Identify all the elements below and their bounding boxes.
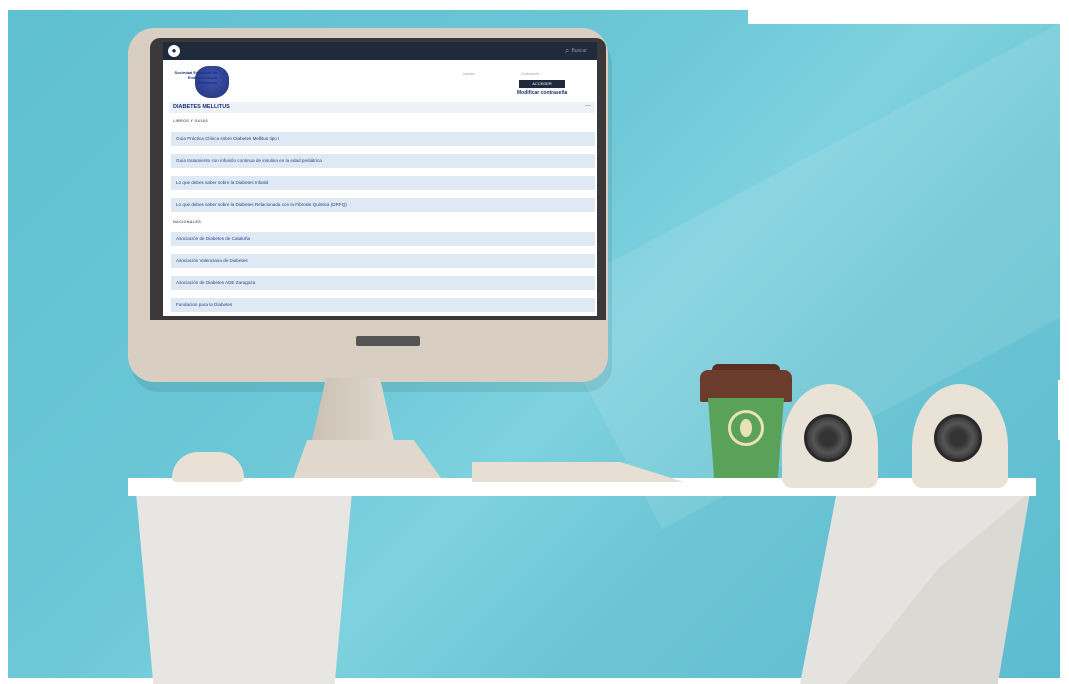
list-item[interactable]: Guía Práctica Clínica sobre Diabetes Mel… (171, 132, 595, 146)
paper-edge-top (748, 0, 1069, 24)
list-item-label[interactable]: Asociación de Diabetes de Cataluña (176, 236, 250, 241)
speaker-cone (934, 414, 982, 462)
collapse-icon[interactable]: — (585, 103, 591, 109)
change-password-link[interactable]: Modificar contraseña (517, 90, 567, 96)
list-item[interactable]: Asociación de Diabetes ADE Zaragoza (171, 276, 595, 290)
list-item-label[interactable]: Fundacion para la Diabetes (176, 302, 232, 307)
monitor-slot (356, 336, 420, 346)
logo-text: Sociedad Española de Endocrinología Pedi… (174, 70, 217, 85)
search-icon[interactable]: ⌕ (565, 46, 569, 56)
coffee-bean-shape (740, 419, 752, 437)
list-item[interactable]: Lo que debes saber sobre la Diabetes Rel… (171, 198, 595, 212)
username-label[interactable]: Usuario (463, 72, 475, 76)
speaker-cone (804, 414, 852, 462)
cup-lid (700, 370, 792, 402)
list-item-label[interactable]: Lo que debes saber sobre la Diabetes Rel… (176, 202, 347, 207)
password-label[interactable]: Contraseña (521, 72, 539, 76)
section-header[interactable]: DIABETES MELLITUS — (169, 102, 595, 113)
twitter-bird-icon[interactable]: ● (168, 45, 180, 57)
browser-topbar: ● ⌕ Buscar (163, 42, 597, 60)
list-item[interactable]: Fundacion para la Diabetes (171, 298, 595, 312)
search-placeholder[interactable]: Buscar (571, 48, 587, 54)
illustration-scene: ● ⌕ Buscar Sociedad Española de Endocrin… (0, 0, 1069, 684)
site-logo[interactable]: Sociedad Española de Endocrinología Pedi… (169, 66, 231, 98)
list-item[interactable]: Asociación Valenciana de Diabetes (171, 254, 595, 268)
mouse (172, 452, 244, 482)
group-label-libros: LIBROS Y GUIAS (173, 119, 209, 123)
paper-edge-right (1058, 380, 1069, 440)
search-box[interactable]: ⌕ Buscar (565, 46, 587, 56)
group-label-nacionales: NACIONALES (173, 220, 202, 224)
browser-screen: ● ⌕ Buscar Sociedad Española de Endocrin… (163, 42, 597, 316)
desk-leg-left (136, 492, 352, 684)
list-item[interactable]: Guía tratamiento con infusión continua d… (171, 154, 595, 168)
list-item-label[interactable]: Guía tratamiento con infusión continua d… (176, 158, 322, 163)
list-item-label[interactable]: Guía Práctica Clínica sobre Diabetes Mel… (176, 136, 279, 141)
login-button[interactable]: ACCEDER (519, 80, 565, 88)
section-title: DIABETES MELLITUS (173, 104, 230, 110)
list-item[interactable]: Asociación de Diabetes de Cataluña (171, 232, 595, 246)
list-item-label[interactable]: Asociación Valenciana de Diabetes (176, 258, 248, 263)
list-item-label[interactable]: Asociación de Diabetes ADE Zaragoza (176, 280, 255, 285)
list-item-label[interactable]: Lo que debes saber sobre la Diabetes Inf… (176, 180, 268, 185)
list-item[interactable]: Lo que debes saber sobre la Diabetes Inf… (171, 176, 595, 190)
